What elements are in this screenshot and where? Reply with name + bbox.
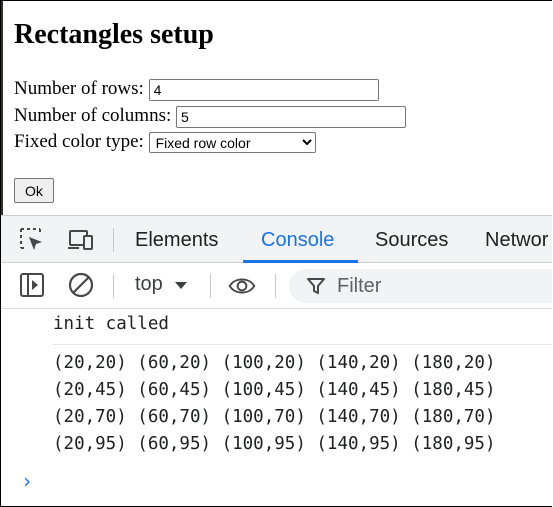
console-message: init called — [53, 314, 169, 334]
tab-network[interactable]: Networ — [485, 216, 548, 262]
cols-field-row: Number of columns: — [14, 104, 407, 128]
page-title: Rectangles setup — [14, 19, 214, 50]
ok-button[interactable]: Ok — [14, 178, 54, 203]
rows-field-row: Number of rows: — [14, 77, 379, 101]
console-message: (20,95) (60,95) (100,95) (140,95) (180,9… — [53, 434, 496, 454]
filter-input[interactable]: Filter — [289, 269, 552, 303]
console-message: (20,70) (60,70) (100,70) (140,70) (180,7… — [53, 407, 496, 427]
tab-elements[interactable]: Elements — [135, 216, 218, 262]
cols-input[interactable] — [176, 105, 407, 128]
color-field-row: Fixed color type: Fixed row color — [14, 130, 316, 154]
rows-label: Number of rows: — [14, 78, 144, 99]
console-message: (20,45) (60,45) (100,45) (140,45) (180,4… — [53, 380, 496, 400]
sidebar-toggle-icon[interactable] — [18, 271, 46, 299]
devtools-panel: Elements Console Sources Networ top Filt… — [1, 215, 552, 506]
device-toolbar-icon[interactable] — [67, 226, 95, 254]
toolbar-separator — [275, 274, 276, 298]
devtools-tabbar: Elements Console Sources Networ — [1, 215, 552, 263]
inspect-element-icon[interactable] — [18, 226, 46, 254]
tab-sources[interactable]: Sources — [375, 216, 448, 262]
toolbar-separator — [113, 274, 114, 298]
message-divider — [53, 344, 552, 345]
dropdown-caret-icon — [175, 282, 188, 289]
rows-input[interactable] — [148, 78, 379, 101]
filter-placeholder: Filter — [337, 275, 382, 297]
eye-icon[interactable] — [228, 272, 256, 300]
context-label: top — [135, 273, 163, 295]
toolbar-separator — [113, 228, 114, 252]
color-label: Fixed color type: — [14, 131, 144, 152]
console-message: (20,20) (60,20) (100,20) (140,20) (180,2… — [53, 353, 496, 373]
clear-console-icon[interactable] — [67, 271, 95, 299]
cols-label: Number of columns: — [14, 105, 172, 126]
console-prompt-icon[interactable]: › — [21, 469, 33, 493]
filter-icon — [307, 278, 325, 294]
toolbar-separator — [210, 274, 211, 298]
console-toolbar: top Filter — [1, 263, 552, 309]
browser-frame: Rectangles setup Number of rows: Number … — [0, 0, 552, 507]
color-type-select[interactable]: Fixed row color — [148, 132, 316, 154]
tab-console[interactable]: Console — [261, 216, 334, 262]
context-selector[interactable]: top — [135, 273, 188, 296]
